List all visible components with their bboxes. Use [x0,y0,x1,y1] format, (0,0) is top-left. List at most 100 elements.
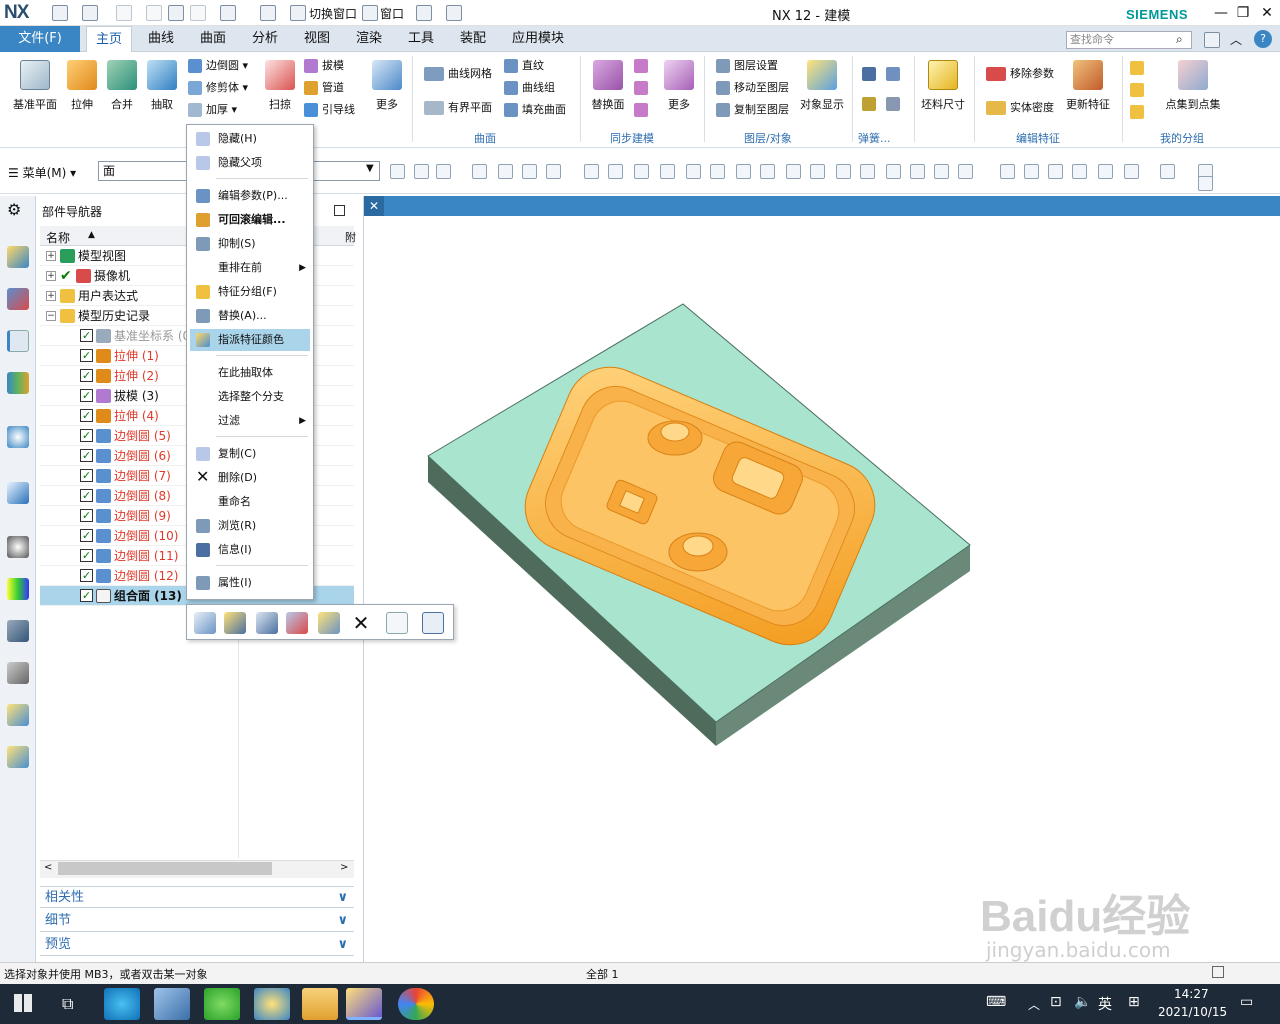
body-rule-icon[interactable] [608,164,623,179]
undo-icon[interactable] [82,5,98,21]
chrome-icon[interactable] [398,988,434,1020]
tab-home[interactable]: 主页 [86,26,132,52]
fullscreen-icon[interactable] [1212,966,1224,978]
visibility-check-icon[interactable]: ✔ [60,266,72,286]
ribbon-options-icon[interactable] [1204,32,1220,48]
trim-body-button[interactable]: 修剪体 ▾ [188,79,248,97]
window-icon[interactable] [362,5,378,21]
process-studio-icon[interactable] [7,620,29,642]
constraint-navigator-icon[interactable] [7,288,29,310]
snap-point-on-curve-icon[interactable] [860,164,875,179]
repeat-command-icon[interactable] [220,5,236,21]
menu-item-delete[interactable]: ✕ 删除(D) [190,467,310,489]
tab-file[interactable]: 文件(F) [0,26,80,52]
menu-item-reorder-before[interactable]: 重排在前 ▶ [190,257,310,279]
open-icon[interactable] [446,5,462,21]
assembly-navigator-icon[interactable] [7,246,29,268]
scrollbar-thumb[interactable] [58,862,272,875]
role-icon[interactable] [7,704,29,726]
pan-icon[interactable] [1072,164,1087,179]
remove-params-button[interactable]: 移除参数 [986,65,1054,83]
visibility-checkbox[interactable]: ✓ [80,529,93,542]
info-icon[interactable] [422,612,444,634]
datum-plane-button[interactable]: 基准平面 [8,60,62,112]
task-view-icon[interactable]: ⧉ [62,994,73,1014]
filter-dropdown-icon[interactable]: ▼ [366,163,374,174]
sort-ascending-icon[interactable]: ▲ [88,230,95,240]
point-to-point-button[interactable]: 点集到点集 [1162,60,1224,112]
replace-icon[interactable] [318,612,340,634]
curve-group-button[interactable]: 曲线组 [504,79,555,97]
rollback-edit-icon[interactable] [224,612,246,634]
tube-button[interactable]: 管道 [304,79,344,97]
select-all-icon[interactable] [472,164,487,179]
guide-line-button[interactable]: 引导线 [304,101,355,119]
unite-button[interactable]: 合并 [102,60,142,112]
web-browser-icon[interactable] [7,482,29,504]
sync-icon-1[interactable] [634,57,652,75]
network-icon[interactable]: ⊡ [1050,994,1062,1010]
tab-render[interactable]: 渲染 [348,26,390,52]
menu-item-replace[interactable]: 替换(A)... [190,305,310,327]
spring-tool-3[interactable] [886,65,904,83]
sync-icon-2[interactable] [634,79,652,97]
panel-preview[interactable]: 预览 ∨ [40,934,354,956]
switch-window-icon[interactable] [290,5,306,21]
ime-indicator[interactable]: 英 [1098,994,1112,1014]
mygroup-tool-3[interactable] [1130,103,1148,121]
snap-arc-icon[interactable] [736,164,751,179]
spring-tool-1[interactable] [862,65,880,83]
visibility-checkbox[interactable]: ✓ [80,489,93,502]
draft-button[interactable]: 拔模 [304,57,344,75]
maximize-panel-icon[interactable] [334,205,345,216]
column-name-header[interactable]: 名称 [46,229,70,246]
visibility-checkbox[interactable]: ✓ [80,569,93,582]
command-search-input[interactable]: 查找命令 [1066,31,1192,49]
extrude-button[interactable]: 拉伸 [62,60,102,112]
tab-assembly[interactable]: 装配 [452,26,494,52]
menu-item-edit-params[interactable]: 编辑参数(P)... [190,185,310,207]
stock-size-button[interactable]: 坯料尺寸 [918,60,968,112]
edge-browser-icon[interactable] [104,988,140,1020]
suppress-icon[interactable] [256,612,278,634]
hide-icon[interactable] [286,612,308,634]
object-display-button[interactable]: 对象显示 [796,60,848,112]
delete-icon[interactable]: ✕ [350,612,372,634]
history-icon[interactable] [7,536,29,558]
menu-item-hide[interactable]: 隐藏(H) [190,128,310,150]
reuse-library-icon[interactable] [7,372,29,394]
visibility-checkbox[interactable]: ✓ [80,549,93,562]
menu-item-copy[interactable]: 复制(C) [190,443,310,465]
panel-details[interactable]: 细节 ∨ [40,910,354,932]
weather-icon[interactable] [254,988,290,1020]
visibility-checkbox[interactable]: ✓ [80,449,93,462]
panel-dependencies[interactable]: 相关性 ∨ [40,886,354,908]
extract-button[interactable]: 抽取 [142,60,182,112]
tab-analysis[interactable]: 分析 [244,26,286,52]
collapse-ribbon-icon[interactable]: ︿ [1230,31,1242,48]
close-button[interactable]: ✕ [1252,3,1280,23]
nx-app-icon[interactable] [154,988,190,1020]
mygroup-tool-2[interactable] [1130,81,1148,99]
visibility-checkbox[interactable]: ✓ [80,469,93,482]
menu-item-rollback-edit[interactable]: 可回滚编辑... [190,209,310,231]
tab-surface[interactable]: 曲面 [192,26,234,52]
expand-icon[interactable]: + [46,251,56,261]
snap-control-icon[interactable] [686,164,701,179]
orient-view-icon[interactable] [1160,164,1175,179]
menu-item-filter[interactable]: 过滤 ▶ [190,410,310,432]
visibility-checkbox[interactable]: ✓ [80,429,93,442]
face-rule-icon[interactable] [584,164,599,179]
deselect-icon[interactable] [498,164,513,179]
more-button-2[interactable]: 更多 [662,60,696,112]
graphics-window[interactable] [364,216,1280,962]
menu-item-suppress[interactable]: 抑制(S) [190,233,310,255]
keyboard-icon[interactable]: ⌨ [986,994,1006,1010]
show-hide-icon[interactable] [1198,176,1213,191]
settings-gear-icon[interactable]: ⚙ [7,200,21,219]
drawing-app-icon[interactable] [346,988,382,1020]
edge-blend-button[interactable]: 边倒圆 ▾ [188,57,248,75]
search-icon[interactable]: ⌕ [1176,32,1183,47]
snap-center-icon[interactable] [810,164,825,179]
edit-params-icon[interactable] [194,612,216,634]
